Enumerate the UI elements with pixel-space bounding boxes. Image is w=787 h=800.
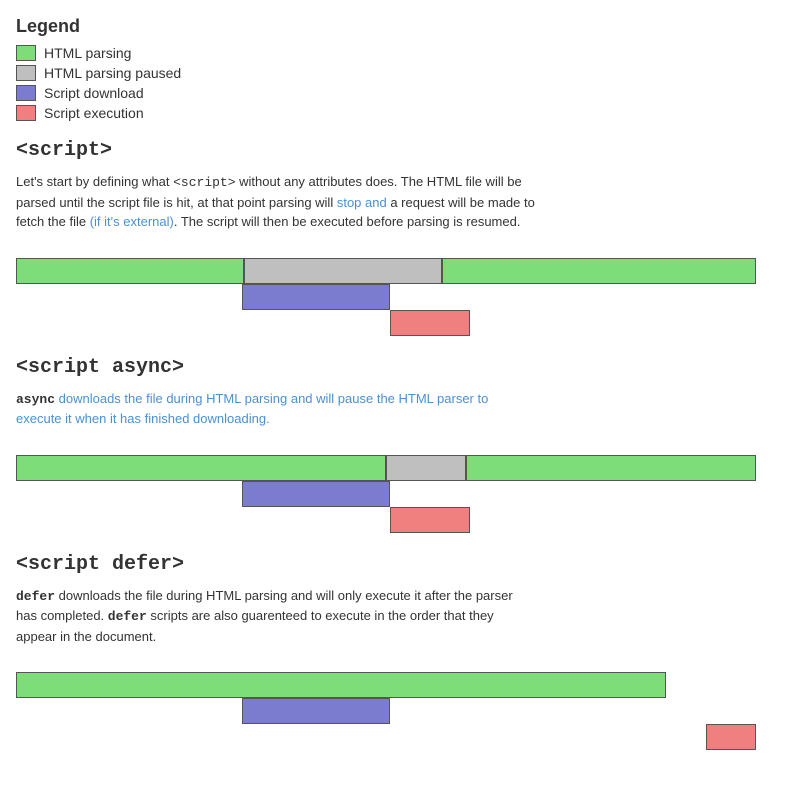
section-async-desc: async downloads the file during HTML par… bbox=[16, 389, 536, 429]
html-paused-label: HTML parsing paused bbox=[44, 65, 181, 81]
section-script-desc: Let's start by defining what <script> wi… bbox=[16, 172, 536, 232]
html-pause-bar bbox=[244, 258, 442, 284]
html-parse-bar-1 bbox=[16, 258, 244, 284]
async-script-download-bar bbox=[242, 481, 390, 507]
async-html-parse-bar-2 bbox=[466, 455, 756, 481]
script-download-box bbox=[16, 85, 36, 101]
async-script-exec-bar bbox=[390, 507, 470, 533]
async-html-parse-bar-1 bbox=[16, 455, 386, 481]
script-diagram bbox=[16, 248, 756, 328]
legend-item-html-paused: HTML parsing paused bbox=[16, 65, 771, 81]
section-async-title: <script async> bbox=[16, 356, 771, 379]
html-parse-bar-2 bbox=[442, 258, 756, 284]
script-download-label: Script download bbox=[44, 85, 144, 101]
section-script: <script> Let's start by defining what <s… bbox=[16, 139, 771, 328]
defer-script-exec-bar bbox=[706, 724, 756, 750]
legend-item-script-exec: Script execution bbox=[16, 105, 771, 121]
script-download-bar bbox=[242, 284, 390, 310]
defer-script-download-bar bbox=[242, 698, 390, 724]
section-defer-desc: defer downloads the file during HTML par… bbox=[16, 586, 536, 647]
section-script-async: <script async> async downloads the file … bbox=[16, 356, 771, 525]
html-paused-box bbox=[16, 65, 36, 81]
legend-title: Legend bbox=[16, 16, 771, 37]
defer-diagram bbox=[16, 662, 756, 742]
legend: Legend HTML parsing HTML parsing paused … bbox=[16, 16, 771, 121]
async-html-pause-bar bbox=[386, 455, 466, 481]
script-exec-bar bbox=[390, 310, 470, 336]
legend-item-html-parsing: HTML parsing bbox=[16, 45, 771, 61]
section-script-title: <script> bbox=[16, 139, 771, 162]
legend-item-script-download: Script download bbox=[16, 85, 771, 101]
section-defer-title: <script defer> bbox=[16, 553, 771, 576]
html-parsing-label: HTML parsing bbox=[44, 45, 131, 61]
section-script-defer: <script defer> defer downloads the file … bbox=[16, 553, 771, 743]
script-exec-box bbox=[16, 105, 36, 121]
script-exec-label: Script execution bbox=[44, 105, 144, 121]
html-parsing-box bbox=[16, 45, 36, 61]
defer-html-parse-bar bbox=[16, 672, 666, 698]
async-diagram bbox=[16, 445, 756, 525]
